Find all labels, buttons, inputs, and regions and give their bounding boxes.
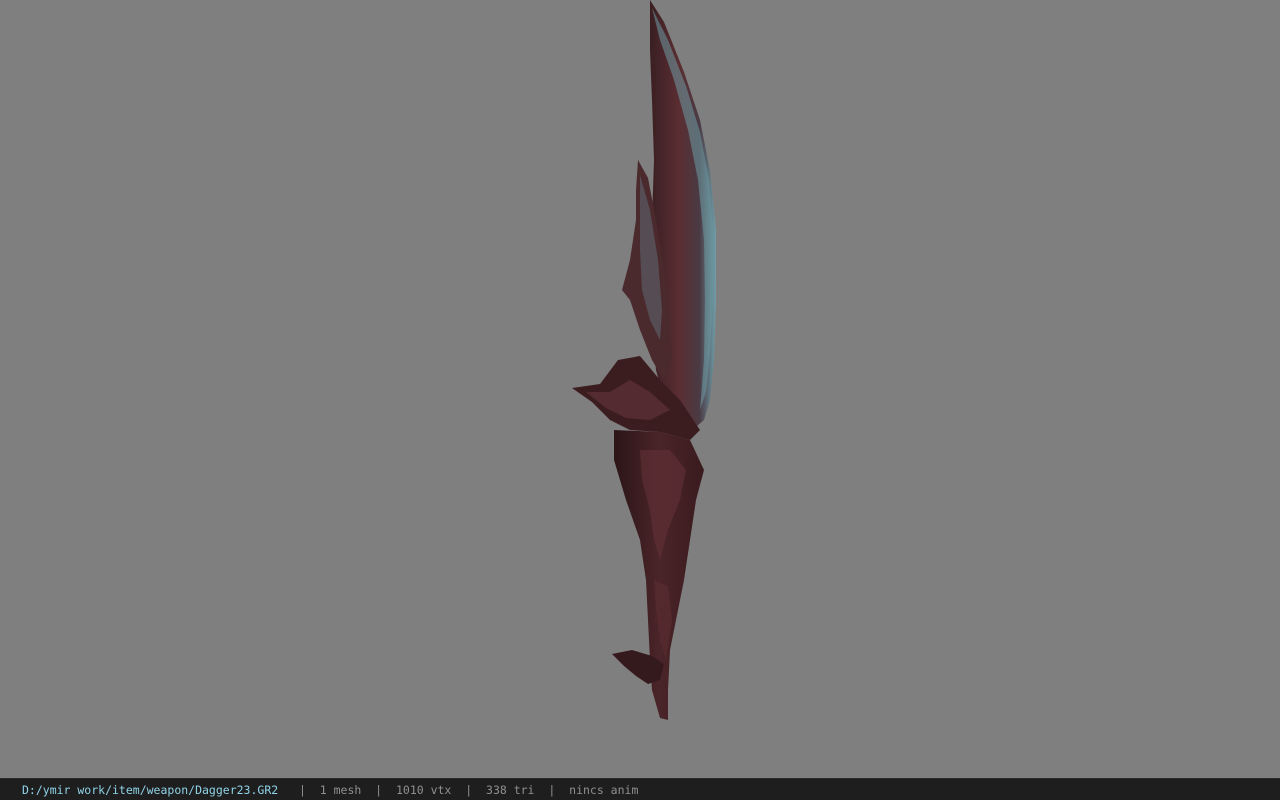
separator: | [465,782,473,797]
dagger-model [572,0,716,720]
status-bar: D:/ymir work/item/weapon/Dagger23.GR2 | … [0,778,1280,800]
separator: | [375,782,383,797]
vertex-count: 1010 vtx [395,782,452,797]
separator: | [548,782,556,797]
mesh-count: 1 mesh [319,782,362,797]
triangle-count: 338 tri [486,782,535,797]
animation-status: nincs anim [569,782,639,797]
3d-viewport[interactable] [0,0,1280,778]
file-path: D:/ymir work/item/weapon/Dagger23.GR2 [22,782,279,797]
separator [278,783,299,797]
separator: | [298,782,306,797]
